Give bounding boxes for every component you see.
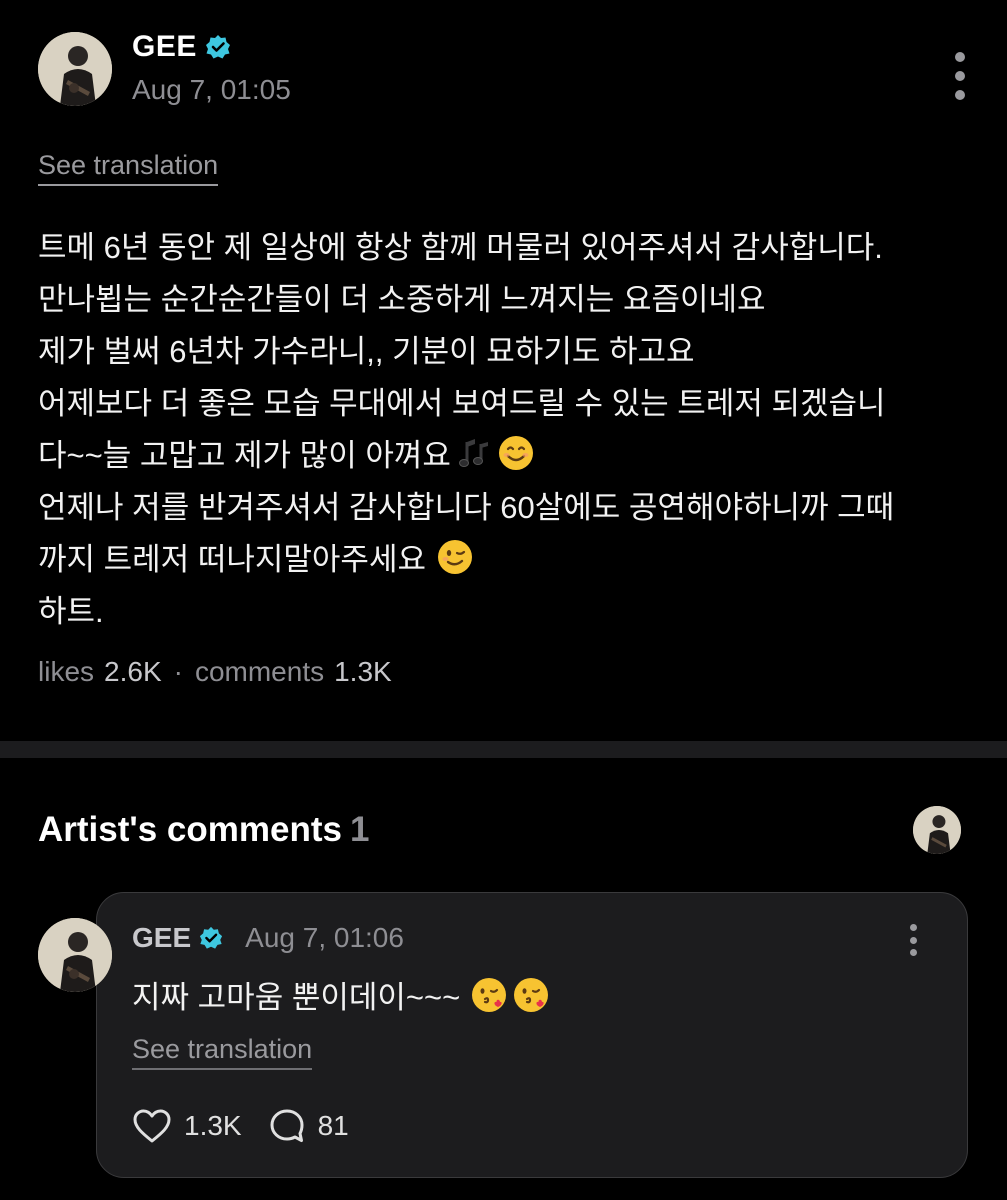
comment-text: 지짜 고마움 뿐이데이~~~ — [132, 972, 550, 1017]
verified-badge-icon — [199, 926, 223, 950]
post-line: 하트. — [38, 594, 104, 629]
author-name[interactable]: GEE — [132, 30, 197, 64]
artist-avatar[interactable] — [913, 806, 961, 854]
stats-separator: · — [173, 656, 183, 687]
post-line-with-emoji: 다~~늘 고맙고 제가 많이 아껴요 — [38, 430, 978, 482]
post-body: 트메 6년 동안 제 일상에 항상 함께 머물러 있어주셔서 감사합니다. 만나… — [38, 222, 978, 638]
kissing-face-emoji-icon — [470, 976, 508, 1014]
post-line: 언제나 저를 반겨주셔서 감사합니다 60살에도 공연해야하니까 그때 — [38, 490, 895, 525]
post-line: 만나뵙는 순간순간들이 더 소중하게 느껴지는 요즘이네요 — [38, 282, 766, 317]
artist-comments-title: Artist's comments — [38, 810, 342, 849]
likes-label: likes — [38, 656, 95, 687]
more-options-icon[interactable] — [948, 52, 972, 100]
comment-author-row: GEE Aug 7, 01:06 — [132, 922, 404, 954]
comment-author-avatar[interactable] — [38, 918, 112, 992]
like-count: 1.3K — [184, 1110, 242, 1141]
comment-bubble-icon — [268, 1108, 306, 1144]
post-line-with-emoji: 까지 트레저 떠나지말아주세요 — [38, 534, 978, 586]
likes-count[interactable]: 2.6K — [104, 656, 162, 688]
post-line: 트메 6년 동안 제 일상에 항상 함께 머물러 있어주셔서 감사합니다. — [38, 230, 883, 265]
post-page: GEE Aug 7, 01:05 See translation 트메 6년 동… — [0, 0, 1007, 1200]
comments-count[interactable]: 1.3K — [334, 656, 392, 688]
post-line-text: 까지 트레저 떠나지말아주세요 — [38, 542, 426, 577]
author-avatar[interactable] — [38, 32, 112, 106]
kissing-face-emoji-icon — [512, 976, 550, 1014]
section-divider — [0, 741, 1007, 758]
like-button[interactable]: 1.3K — [132, 1108, 242, 1144]
heart-icon — [132, 1108, 172, 1144]
see-translation-link[interactable]: See translation — [38, 150, 219, 186]
artist-comments-count: 1 — [349, 810, 370, 849]
post-line: 어제보다 더 좋은 모습 무대에서 보여드릴 수 있는 트레저 되겠습니 — [38, 386, 886, 421]
reply-button[interactable]: 81 — [268, 1108, 349, 1144]
post-line: 제가 벌써 6년차 가수라니,, 기분이 묘하기도 하고요 — [38, 334, 695, 369]
comment-timestamp: Aug 7, 01:06 — [245, 922, 404, 953]
post-line-text: 다~~늘 고맙고 제가 많이 아껴요 — [38, 438, 451, 473]
musical-notes-emoji-icon — [455, 434, 493, 472]
comments-label: comments — [194, 656, 325, 687]
post-author-row: GEE — [132, 30, 231, 64]
reply-count: 81 — [317, 1110, 349, 1141]
post-timestamp: Aug 7, 01:05 — [132, 74, 291, 105]
winking-face-emoji-icon — [436, 538, 474, 576]
comment-author-name[interactable]: GEE — [132, 922, 191, 954]
smiling-face-emoji-icon — [497, 434, 535, 472]
comment-see-translation-link[interactable]: See translation — [132, 1034, 313, 1070]
comment-text-content: 지짜 고마움 뿐이데이~~~ — [132, 980, 461, 1015]
artist-comments-heading: Artist's comments 1 — [38, 810, 369, 850]
verified-badge-icon — [205, 34, 231, 60]
comment-more-options-icon[interactable] — [906, 924, 920, 956]
comment-actions: 1.3K 81 — [132, 1108, 375, 1144]
post-stats: likes 2.6K · comments 1.3K — [38, 656, 392, 688]
